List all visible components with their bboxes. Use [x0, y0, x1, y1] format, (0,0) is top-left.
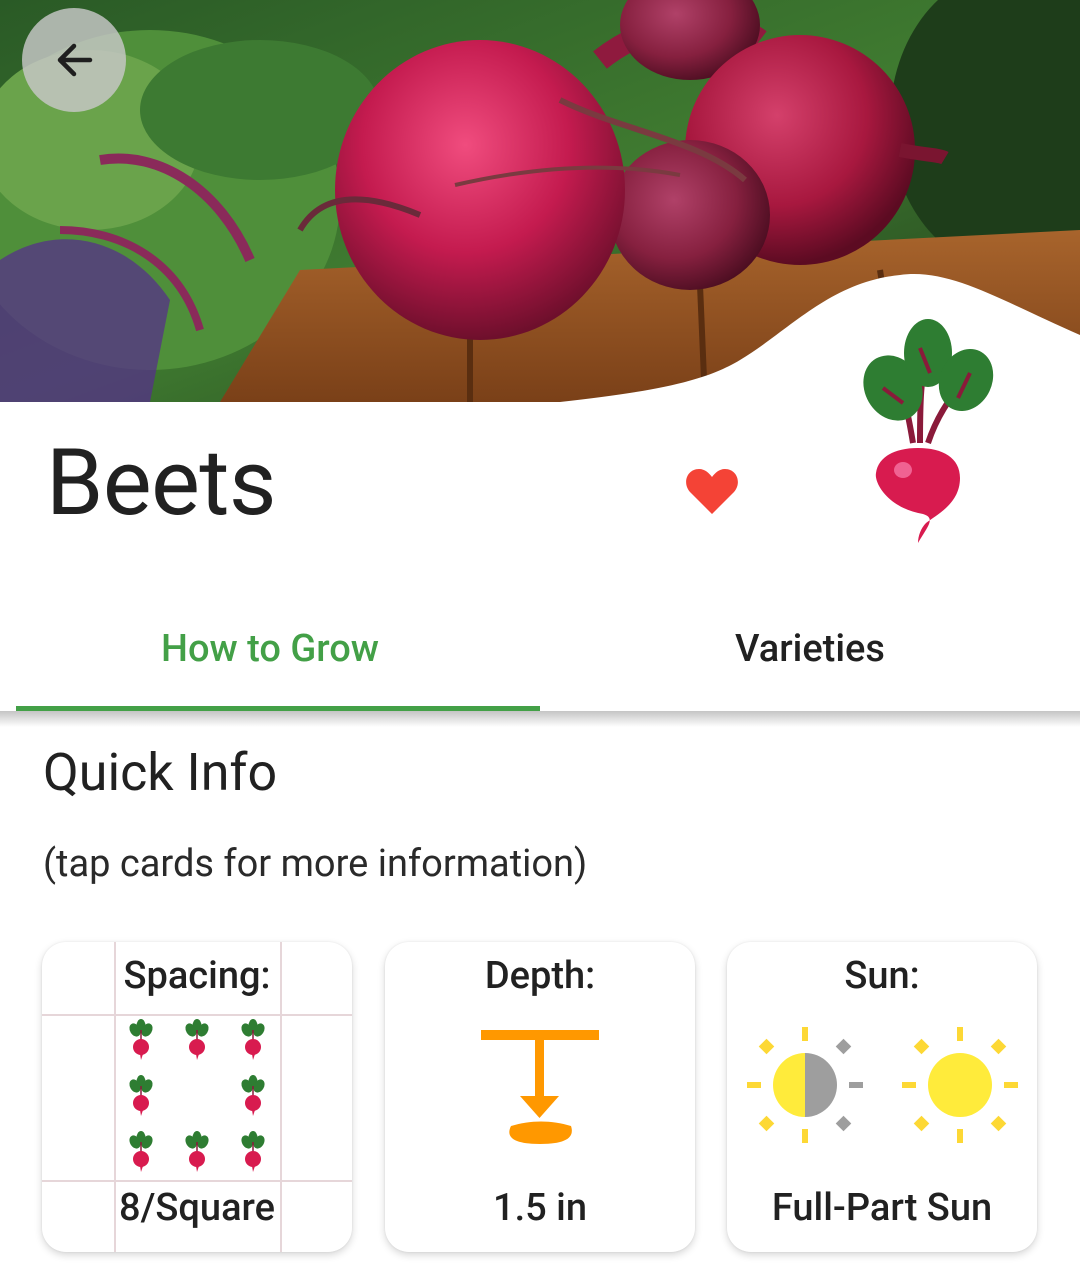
beet-icon [858, 318, 998, 552]
sun-value: Full-Part Sun [771, 1186, 993, 1230]
heart-icon [686, 469, 738, 514]
tab-varieties[interactable]: Varieties [540, 590, 1080, 708]
plant-title: Beets [46, 430, 276, 537]
sun-icon [747, 1027, 1018, 1143]
sun-card[interactable]: Sun: Full-Part Sun [727, 942, 1037, 1252]
quick-info-subtitle: (tap cards for more information) [43, 842, 588, 886]
depth-card[interactable]: Depth: 1.5 in [385, 942, 695, 1252]
quick-info-title: Quick Info [43, 742, 278, 803]
sun-label: Sun: [844, 954, 920, 998]
tab-bar-shadow [0, 711, 1080, 727]
tab-how-to-grow[interactable]: How to Grow [0, 590, 540, 708]
depth-label: Depth: [484, 954, 596, 998]
spacing-card[interactable]: Spacing: 8/Square [42, 942, 352, 1252]
depth-value: 1.5 in [492, 1186, 588, 1230]
full-sun-icon [902, 1027, 1018, 1143]
spacing-value: 8/Square [119, 1186, 275, 1230]
arrow-left-icon [57, 43, 93, 77]
tab-bar: How to Grow Varieties [0, 590, 1080, 712]
part-sun-icon [747, 1027, 863, 1143]
back-button[interactable] [22, 8, 126, 112]
favorite-button[interactable] [684, 466, 740, 520]
seed-depth-icon [481, 1030, 599, 1144]
